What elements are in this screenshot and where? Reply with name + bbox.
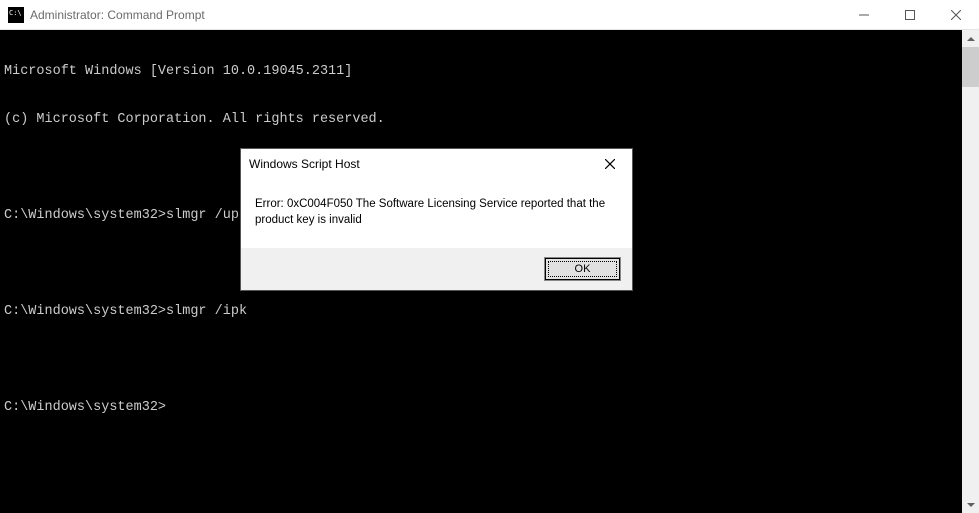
maximize-button[interactable] <box>887 0 933 30</box>
vertical-scrollbar[interactable] <box>962 30 979 513</box>
ok-button[interactable]: OK <box>545 258 620 280</box>
close-icon <box>605 159 615 169</box>
chevron-down-icon <box>967 503 975 507</box>
dialog-message: Error: 0xC004F050 The Software Licensing… <box>241 179 632 248</box>
close-icon <box>951 10 961 20</box>
scroll-down-arrow[interactable] <box>962 496 979 513</box>
console-area: Microsoft Windows [Version 10.0.19045.23… <box>0 30 979 513</box>
window-controls <box>841 0 979 29</box>
window-title: Administrator: Command Prompt <box>30 8 841 22</box>
close-button[interactable] <box>933 0 979 30</box>
dialog-titlebar[interactable]: Windows Script Host <box>241 149 632 179</box>
dialog-close-button[interactable] <box>587 149 632 179</box>
script-host-dialog: Windows Script Host Error: 0xC004F050 Th… <box>240 148 633 291</box>
console-line: Microsoft Windows [Version 10.0.19045.23… <box>4 64 958 80</box>
minimize-button[interactable] <box>841 0 887 30</box>
console-line: C:\Windows\system32> <box>4 400 958 416</box>
window-titlebar: Administrator: Command Prompt <box>0 0 979 30</box>
scroll-thumb[interactable] <box>962 47 979 87</box>
maximize-icon <box>905 10 915 20</box>
dialog-title: Windows Script Host <box>249 157 587 171</box>
console-line: C:\Windows\system32>slmgr /ipk <box>4 304 958 320</box>
minimize-icon <box>859 10 869 20</box>
scroll-up-arrow[interactable] <box>962 30 979 47</box>
console-line <box>4 352 958 368</box>
cmd-icon <box>8 7 24 23</box>
chevron-up-icon <box>967 37 975 41</box>
console-line: (c) Microsoft Corporation. All rights re… <box>4 112 958 128</box>
dialog-footer: OK <box>241 248 632 290</box>
